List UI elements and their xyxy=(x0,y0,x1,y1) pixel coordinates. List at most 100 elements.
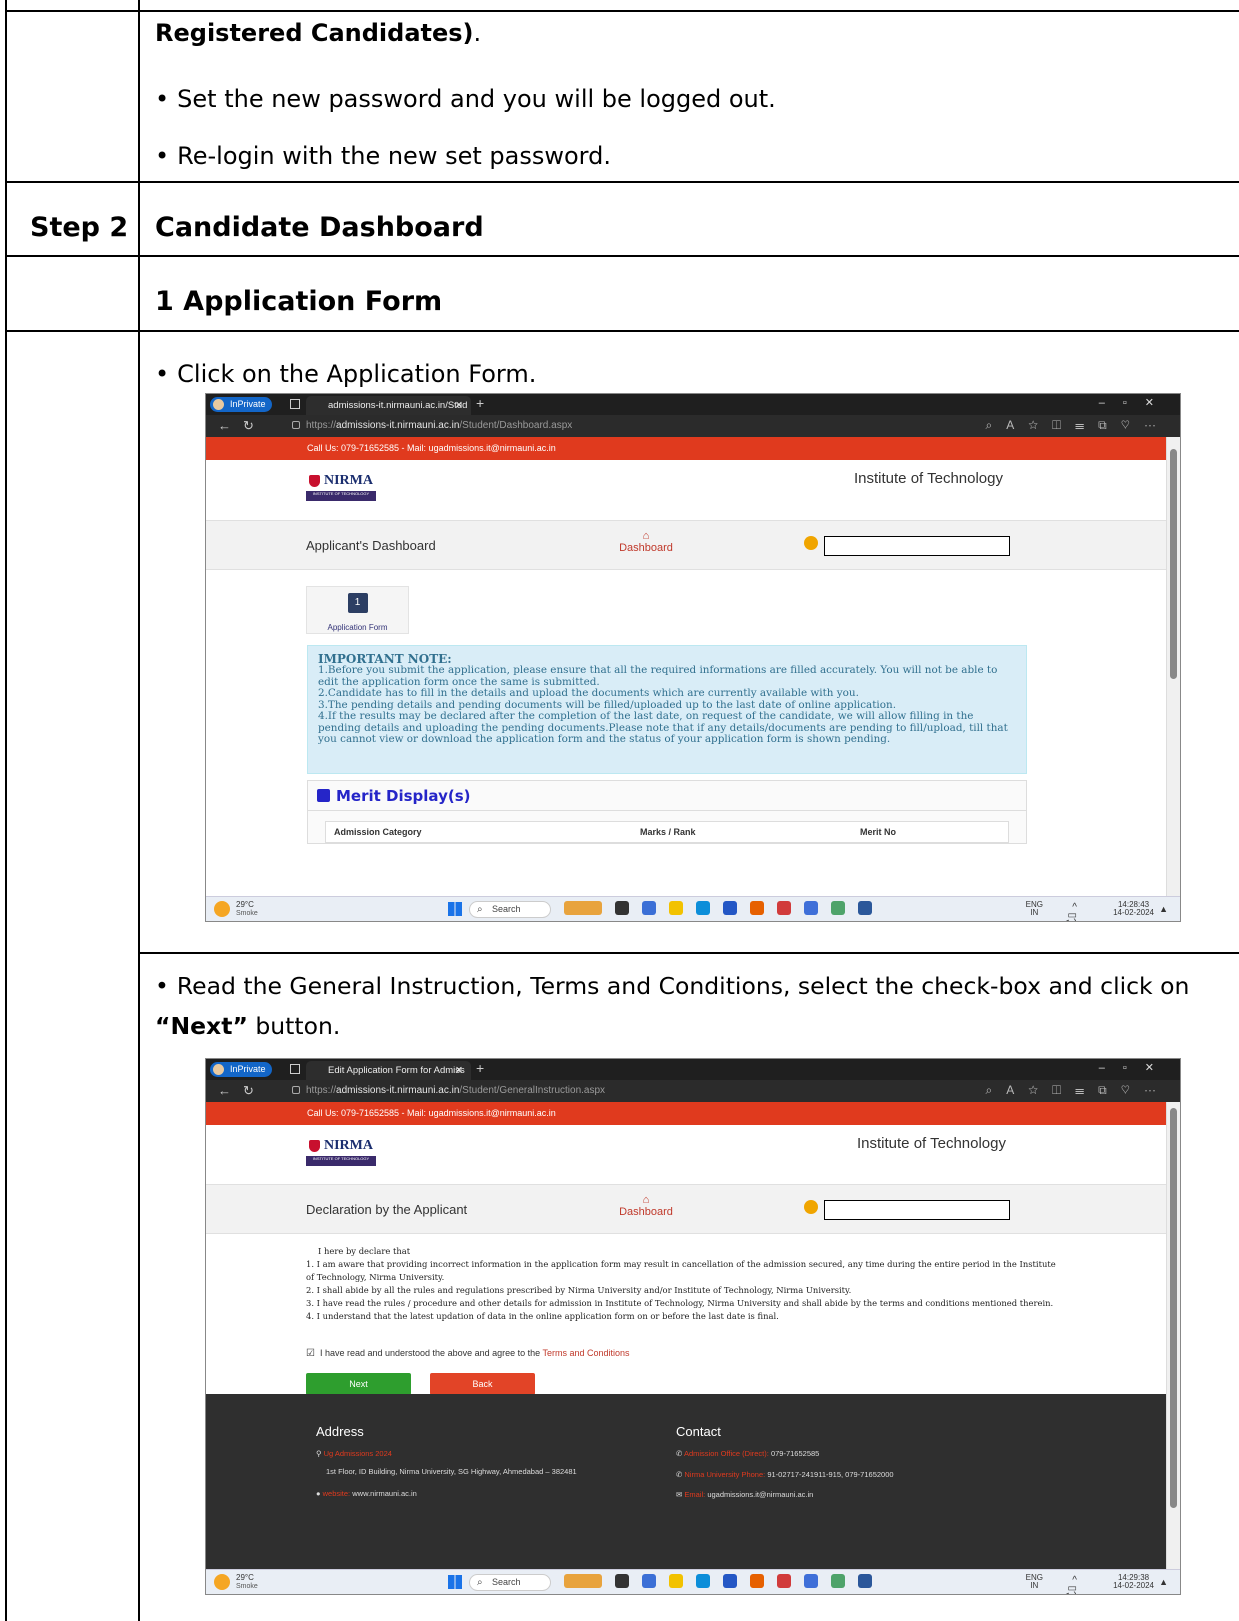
footer-address-title: Address xyxy=(316,1424,364,1439)
notification-icon[interactable]: ▲ xyxy=(1159,1578,1168,1587)
web-page: Call Us: 079-71652585 - Mail: ugadmissio… xyxy=(206,1102,1166,1569)
url-field[interactable]: https://admissions-it.nirmauni.ac.in/Stu… xyxy=(286,417,886,434)
taskbar-apps[interactable] xyxy=(564,901,885,917)
footer-website[interactable]: ● website: www.nirmauni.ac.in xyxy=(316,1489,417,1498)
table-row-divider xyxy=(138,952,1239,954)
page-subheader: Applicant's Dashboard ⌂ Dashboard xyxy=(206,520,1166,570)
section-title: 1 Application Form xyxy=(155,286,443,317)
weather-widget[interactable]: 29°C Smoke xyxy=(214,1573,258,1591)
home-icon: ⌂ xyxy=(642,530,650,542)
taskbar-apps[interactable] xyxy=(564,1574,885,1590)
bullet-click-application-form: Click on the Application Form. xyxy=(155,359,536,389)
close-icon[interactable]: ✕ xyxy=(455,396,463,415)
nirma-logo: NIRMA INSTITUTE OF TECHNOLOGY xyxy=(306,472,376,502)
taskbar-clock[interactable]: 14:29:38 14-02-2024 xyxy=(1113,1574,1154,1590)
table-column-divider xyxy=(138,0,140,1621)
user-icon[interactable] xyxy=(804,1200,818,1214)
weather-widget[interactable]: 29°C Smoke xyxy=(214,900,258,918)
user-name-box xyxy=(824,536,1010,556)
scrollbar[interactable] xyxy=(1166,437,1180,896)
window-controls[interactable]: –▫✕ xyxy=(1099,396,1172,409)
footer-address-line: 1st Floor, ID Building, Nirma University… xyxy=(326,1467,577,1476)
footer-contact-title: Contact xyxy=(676,1424,721,1439)
application-form-step[interactable]: 1 Application Form xyxy=(306,586,409,634)
bullet-read-instructions: Read the General Instruction, Terms and … xyxy=(155,971,1190,1001)
table-top-border xyxy=(5,10,1239,12)
home-icon: ⌂ xyxy=(642,1194,650,1206)
declaration-screenshot: InPrivate Edit Application Form for Admi… xyxy=(205,1058,1181,1595)
site-footer: Address Contact ⚲ Ug Admissions 2024 1st… xyxy=(206,1394,1166,1569)
taskbar-clock[interactable]: 14:28:43 14-02-2024 xyxy=(1113,901,1154,917)
merit-display-panel: Merit Display(s) Admission Category Mark… xyxy=(307,780,1027,844)
tray-icons[interactable]: ^ ▭ ◀) xyxy=(1061,1576,1082,1595)
institute-name: Institute of Technology xyxy=(857,1135,1006,1152)
nav-icons[interactable]: ←↻ xyxy=(218,1083,266,1099)
tab-actions-icon[interactable] xyxy=(290,399,300,409)
windows-start-icon[interactable] xyxy=(448,1575,462,1589)
windows-taskbar: 29°CSmoke Search ENGIN ^ ▭ ◀) 14:29:3814… xyxy=(206,1569,1180,1594)
registered-candidates-text: Registered Candidates). xyxy=(155,19,482,47)
inprivate-badge[interactable]: InPrivate xyxy=(210,397,272,412)
tab-actions-icon[interactable] xyxy=(290,1064,300,1074)
terms-link[interactable]: Terms and Conditions xyxy=(542,1348,629,1358)
page-title: Applicant's Dashboard xyxy=(306,538,436,553)
phone-icon: ✆ xyxy=(676,1449,684,1458)
browser-toolbar-icons[interactable]: ⌕A☆◫☰⧉♡⋯ xyxy=(986,418,1170,433)
inprivate-badge[interactable]: InPrivate xyxy=(210,1062,272,1077)
document-page: Registered Candidates). Set the new pass… xyxy=(0,0,1239,1621)
language-indicator[interactable]: ENG IN xyxy=(1026,901,1043,917)
footer-admission-phone: ✆ Admission Office (Direct): 079-7165258… xyxy=(676,1449,820,1458)
new-tab-icon[interactable]: + xyxy=(476,395,484,411)
address-bar: ←↻ https://admissions-it.nirmauni.ac.in/… xyxy=(206,1080,1180,1102)
bullet-set-password: Set the new password and you will be log… xyxy=(155,84,776,114)
terms-checkbox[interactable]: I have read and understood the above and… xyxy=(306,1348,630,1359)
contact-bar: Call Us: 079-71652585 - Mail: ugadmissio… xyxy=(206,1102,1166,1125)
merit-table-header: Admission Category Marks / Rank Merit No xyxy=(325,821,1009,843)
url-field[interactable]: https://admissions-it.nirmauni.ac.in/Stu… xyxy=(286,1082,886,1099)
next-instruction-text: “Next” button. xyxy=(155,1012,341,1040)
close-icon[interactable]: ✕ xyxy=(455,1061,463,1080)
nav-icons[interactable]: ←↻ xyxy=(218,418,266,434)
taskbar-search[interactable]: Search xyxy=(469,901,551,918)
footer-email[interactable]: ✉ Email: ugadmissions.it@nirmauni.ac.in xyxy=(676,1490,813,1499)
taskbar-search[interactable]: Search xyxy=(469,1574,551,1591)
dashboard-link[interactable]: ⌂ Dashboard xyxy=(606,1194,686,1218)
browser-tab[interactable]: Edit Application Form for Admiss ✕ xyxy=(306,1061,471,1080)
dashboard-screenshot: InPrivate admissions-it.nirmauni.ac.in/S… xyxy=(205,393,1181,922)
window-controls[interactable]: –▫✕ xyxy=(1099,1061,1172,1074)
user-name-box xyxy=(824,1200,1010,1220)
step-title: Candidate Dashboard xyxy=(155,212,484,243)
step-number: 1 xyxy=(347,593,368,613)
nirma-logo: NIRMA INSTITUTE OF TECHNOLOGY xyxy=(306,1137,376,1167)
step-label: Application Form xyxy=(327,623,388,632)
user-icon[interactable] xyxy=(804,536,818,550)
notification-icon[interactable]: ▲ xyxy=(1159,905,1168,914)
browser-tab[interactable]: admissions-it.nirmauni.ac.in/Stud ✕ xyxy=(306,396,471,415)
next-button[interactable]: Next xyxy=(306,1373,411,1395)
browser-tab-bar: InPrivate admissions-it.nirmauni.ac.in/S… xyxy=(206,394,1180,415)
address-bar: ←↻ https://admissions-it.nirmauni.ac.in/… xyxy=(206,415,1180,437)
globe-icon: ● xyxy=(316,1489,323,1498)
footer-address-label: ⚲ Ug Admissions 2024 xyxy=(316,1449,392,1458)
contact-bar: Call Us: 079-71652585 - Mail: ugadmissio… xyxy=(206,437,1166,460)
browser-toolbar-icons[interactable]: ⌕A☆◫☰⧉♡⋯ xyxy=(986,1083,1170,1098)
page-subheader: Declaration by the Applicant ⌂ Dashboard xyxy=(206,1184,1166,1234)
scrollbar[interactable] xyxy=(1166,1102,1180,1569)
windows-start-icon[interactable] xyxy=(448,902,462,916)
language-indicator[interactable]: ENG IN xyxy=(1026,1574,1043,1590)
browser-tab-bar: InPrivate Edit Application Form for Admi… xyxy=(206,1059,1180,1080)
table-row-divider xyxy=(5,181,1239,183)
important-note: IMPORTANT NOTE: 1.Before you submit the … xyxy=(307,645,1027,774)
step-label: Step 2 xyxy=(30,212,129,243)
table-row-divider xyxy=(5,255,1239,257)
footer-nu-phone: ✆ Nirma University Phone: 91-02717-24191… xyxy=(676,1470,894,1479)
back-button[interactable]: Back xyxy=(430,1373,535,1395)
institute-name: Institute of Technology xyxy=(854,470,1003,487)
tray-icons[interactable]: ^ ▭ ◀) xyxy=(1061,903,1082,922)
table-left-border xyxy=(5,0,7,1621)
location-icon: ⚲ xyxy=(316,1449,324,1458)
dashboard-link[interactable]: ⌂ Dashboard xyxy=(606,530,686,554)
page-title: Declaration by the Applicant xyxy=(306,1202,468,1217)
bullet-relogin: Re-login with the new set password. xyxy=(155,141,611,171)
new-tab-icon[interactable]: + xyxy=(476,1060,484,1076)
